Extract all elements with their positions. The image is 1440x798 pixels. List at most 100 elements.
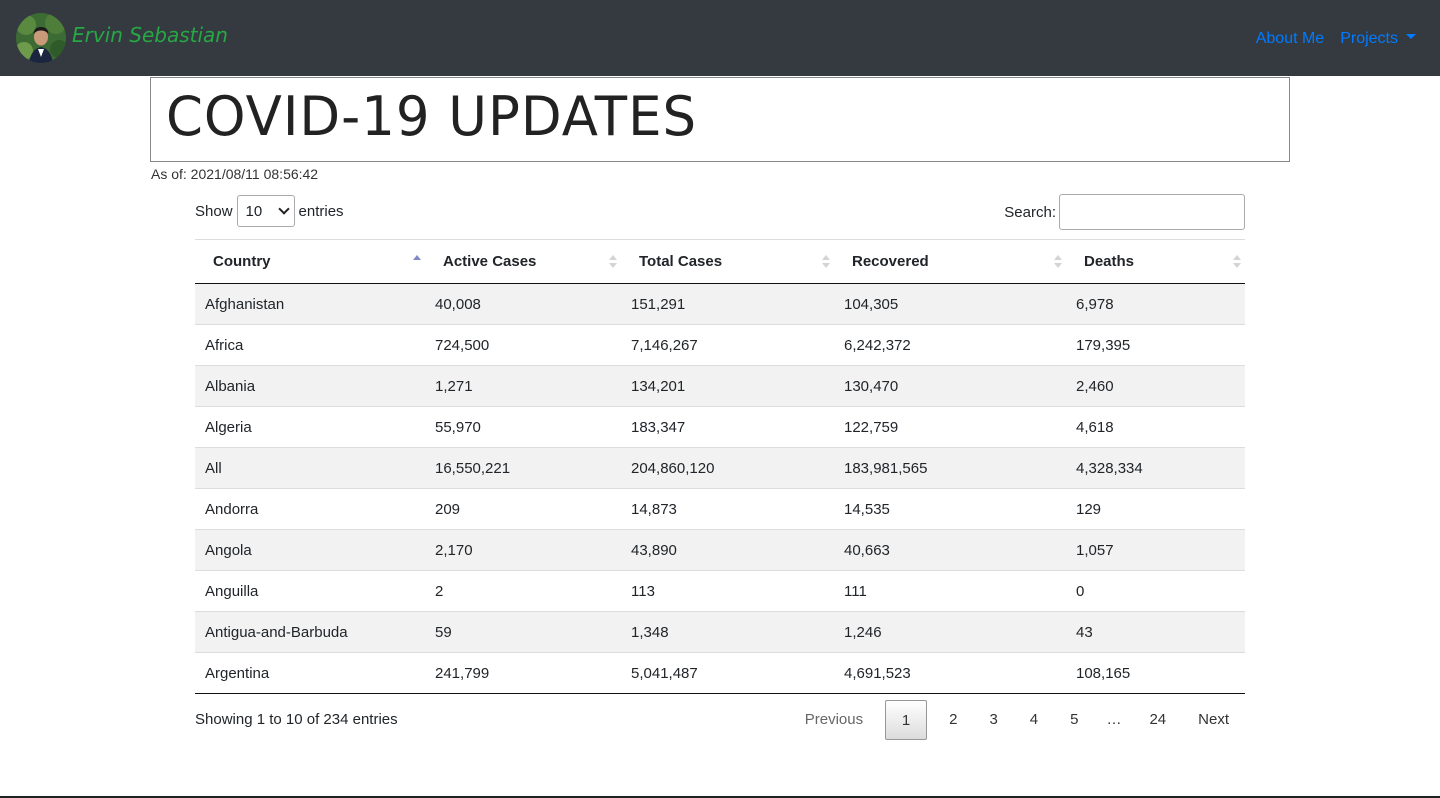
cell-recovered: 122,759: [834, 406, 1066, 448]
sort-icon: [1233, 254, 1241, 270]
entries-label: entries: [298, 202, 344, 220]
table-row: All 16,550,221 204,860,120 183,981,565 4…: [195, 447, 1245, 489]
table-row: Anguilla 2 113 111 0: [195, 570, 1245, 612]
page-button-2[interactable]: 2: [933, 700, 973, 740]
column-header-country[interactable]: Country: [195, 239, 425, 284]
brand-name: Ervin Sebastian: [72, 23, 228, 47]
page-button-3[interactable]: 3: [973, 700, 1013, 740]
table-row: Angola 2,170 43,890 40,663 1,057: [195, 529, 1245, 571]
column-header-label: Total Cases: [639, 253, 723, 270]
cell-country: Algeria: [195, 406, 425, 448]
avatar: [16, 13, 66, 63]
cell-recovered: 104,305: [834, 283, 1066, 325]
chevron-down-icon: [277, 203, 290, 215]
caret-down-icon: [1406, 34, 1416, 40]
cell-deaths: 43: [1066, 611, 1245, 653]
cell-country: Anguilla: [195, 570, 425, 612]
last-updated-text: As of: 2021/08/11 08:56:42: [151, 166, 319, 182]
cell-active-cases: 209: [425, 488, 621, 530]
cell-total-cases: 183,347: [621, 406, 834, 448]
page-button-last[interactable]: 24: [1133, 700, 1182, 740]
covid-table: Country Active Cases Total Cases Recover…: [195, 239, 1245, 694]
cell-country: All: [195, 447, 425, 489]
search-control: Search:: [1004, 194, 1245, 230]
sort-ascending-icon: [413, 254, 421, 270]
previous-page-button[interactable]: Previous: [789, 700, 879, 740]
cell-deaths: 2,460: [1066, 365, 1245, 407]
sort-icon: [1054, 254, 1062, 270]
table-header-row: Country Active Cases Total Cases Recover…: [195, 239, 1245, 284]
nav-link-about-me[interactable]: About Me: [1256, 30, 1324, 48]
nav-link-projects[interactable]: Projects: [1340, 30, 1416, 48]
cell-total-cases: 1,348: [621, 611, 834, 653]
column-header-deaths[interactable]: Deaths: [1066, 239, 1245, 284]
page-button-4[interactable]: 4: [1014, 700, 1054, 740]
nav-links: About Me Projects: [1240, 30, 1416, 48]
column-header-recovered[interactable]: Recovered: [834, 239, 1066, 284]
column-header-label: Active Cases: [443, 253, 537, 270]
show-label: Show: [195, 202, 233, 220]
search-label: Search:: [1004, 203, 1056, 221]
cell-country: Afghanistan: [195, 283, 425, 325]
cell-total-cases: 5,041,487: [621, 652, 834, 694]
cell-country: Argentina: [195, 652, 425, 694]
page-button-1[interactable]: 1: [885, 700, 928, 740]
cell-active-cases: 16,550,221: [425, 447, 621, 489]
table-row: Andorra 209 14,873 14,535 129: [195, 488, 1245, 530]
cell-deaths: 129: [1066, 488, 1245, 530]
search-input[interactable]: [1059, 194, 1245, 230]
table-row: Afghanistan 40,008 151,291 104,305 6,978: [195, 283, 1245, 325]
page-button-5[interactable]: 5: [1054, 700, 1094, 740]
cell-country: Africa: [195, 324, 425, 366]
column-header-label: Recovered: [852, 253, 929, 270]
cell-total-cases: 43,890: [621, 529, 834, 571]
cell-recovered: 40,663: [834, 529, 1066, 571]
cell-deaths: 1,057: [1066, 529, 1245, 571]
pagination-ellipsis: …: [1106, 711, 1122, 728]
sort-icon: [822, 254, 830, 270]
cell-total-cases: 7,146,267: [621, 324, 834, 366]
page-length-select[interactable]: 10: [236, 195, 295, 227]
column-header-active-cases[interactable]: Active Cases: [425, 239, 621, 284]
table-info: Showing 1 to 10 of 234 entries: [195, 711, 398, 728]
sort-icon: [609, 254, 617, 270]
cell-recovered: 14,535: [834, 488, 1066, 530]
table-row: Africa 724,500 7,146,267 6,242,372 179,3…: [195, 324, 1245, 366]
cell-country: Albania: [195, 365, 425, 407]
page-title: COVID-19 UPDATES: [166, 85, 698, 148]
cell-deaths: 4,618: [1066, 406, 1245, 448]
cell-country: Antigua-and-Barbuda: [195, 611, 425, 653]
nav-link-projects-label: Projects: [1340, 30, 1398, 47]
column-header-label: Country: [213, 253, 271, 270]
cell-active-cases: 55,970: [425, 406, 621, 448]
cell-deaths: 108,165: [1066, 652, 1245, 694]
table-row: Antigua-and-Barbuda 59 1,348 1,246 43: [195, 611, 1245, 653]
cell-recovered: 130,470: [834, 365, 1066, 407]
cell-active-cases: 2: [425, 570, 621, 612]
table-row: Argentina 241,799 5,041,487 4,691,523 10…: [195, 652, 1245, 694]
cell-recovered: 111: [834, 570, 1066, 612]
column-header-total-cases[interactable]: Total Cases: [621, 239, 834, 284]
cell-country: Andorra: [195, 488, 425, 530]
next-page-button[interactable]: Next: [1182, 700, 1245, 740]
cell-total-cases: 204,860,120: [621, 447, 834, 489]
cell-active-cases: 40,008: [425, 283, 621, 325]
brand[interactable]: Ervin Sebastian: [16, 13, 228, 63]
cell-active-cases: 59: [425, 611, 621, 653]
cell-total-cases: 113: [621, 570, 834, 612]
cell-recovered: 4,691,523: [834, 652, 1066, 694]
cell-active-cases: 2,170: [425, 529, 621, 571]
table-row: Albania 1,271 134,201 130,470 2,460: [195, 365, 1245, 407]
page-length-value: 10: [245, 202, 263, 220]
navbar: Ervin Sebastian About Me Projects: [0, 0, 1440, 76]
table-row: Algeria 55,970 183,347 122,759 4,618: [195, 406, 1245, 448]
cell-deaths: 0: [1066, 570, 1245, 612]
cell-deaths: 4,328,334: [1066, 447, 1245, 489]
cell-total-cases: 14,873: [621, 488, 834, 530]
cell-total-cases: 151,291: [621, 283, 834, 325]
cell-recovered: 183,981,565: [834, 447, 1066, 489]
cell-recovered: 1,246: [834, 611, 1066, 653]
title-box: COVID-19 UPDATES: [150, 77, 1290, 162]
cell-recovered: 6,242,372: [834, 324, 1066, 366]
cell-active-cases: 724,500: [425, 324, 621, 366]
